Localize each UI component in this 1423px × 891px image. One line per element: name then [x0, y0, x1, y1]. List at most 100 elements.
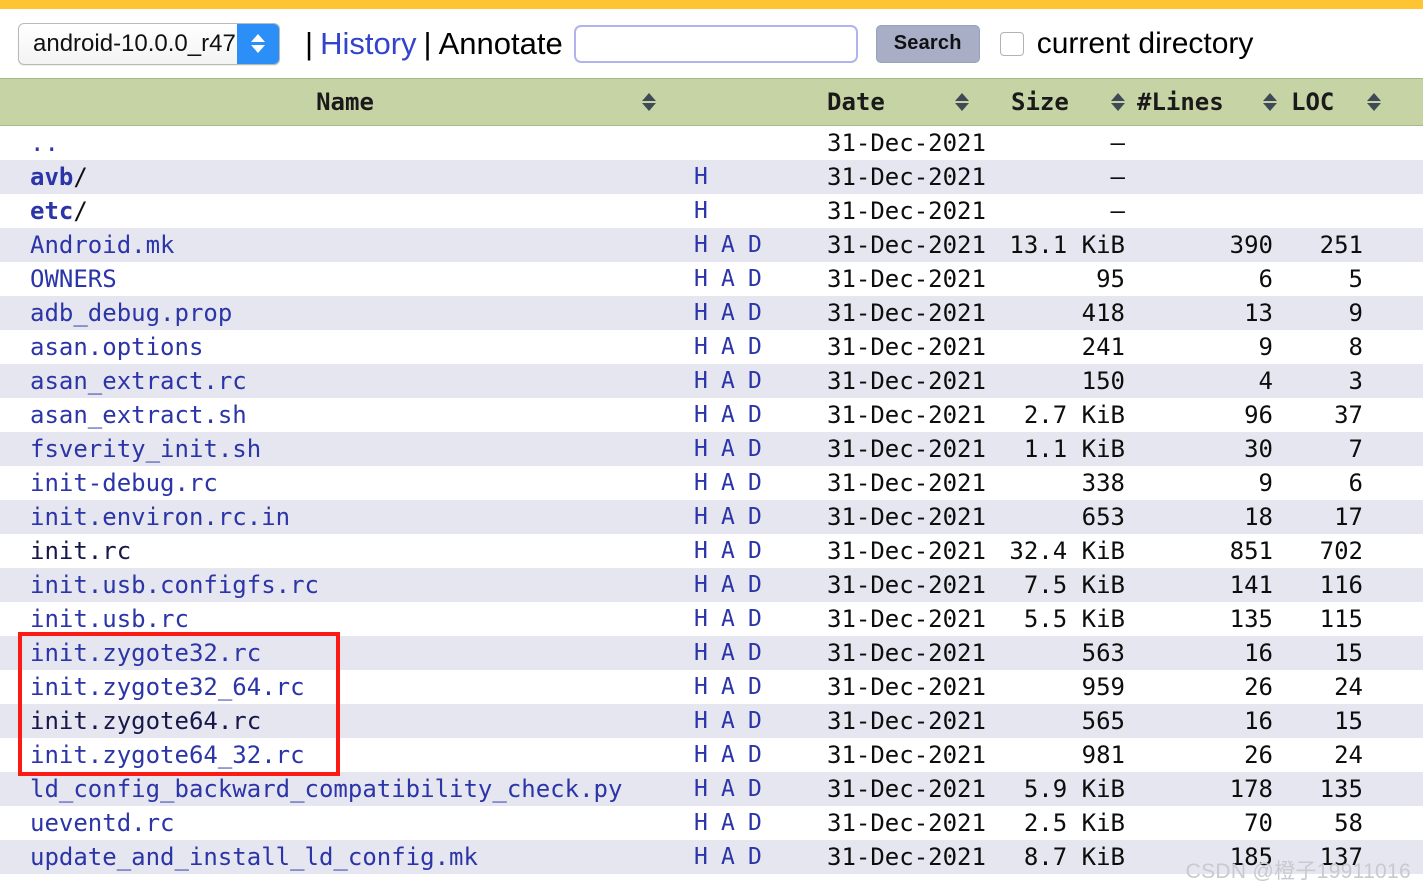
- file-link[interactable]: adb_debug.prop: [30, 299, 232, 327]
- search-input[interactable]: [573, 24, 858, 63]
- sort-icon-loc[interactable]: [1367, 93, 1381, 111]
- history-link[interactable]: H: [694, 232, 721, 258]
- history-link[interactable]: H: [694, 776, 721, 802]
- history-link[interactable]: History: [320, 26, 416, 62]
- file-link[interactable]: init-debug.rc: [30, 469, 218, 497]
- download-link[interactable]: D: [748, 776, 775, 802]
- search-button[interactable]: Search: [875, 24, 980, 63]
- current-directory-checkbox[interactable]: [999, 31, 1024, 56]
- history-link[interactable]: H: [694, 606, 721, 632]
- file-link[interactable]: init.zygote64.rc: [30, 707, 261, 735]
- download-link[interactable]: D: [748, 368, 775, 394]
- history-link[interactable]: H: [694, 164, 722, 190]
- annotate-link[interactable]: A: [721, 674, 748, 700]
- download-link[interactable]: D: [748, 402, 775, 428]
- history-link[interactable]: H: [694, 708, 721, 734]
- annotate-link[interactable]: A: [721, 640, 748, 666]
- download-link[interactable]: D: [748, 572, 775, 598]
- file-link[interactable]: init.zygote64_32.rc: [30, 741, 305, 769]
- column-header-lines[interactable]: #Lines: [1127, 88, 1277, 116]
- file-link[interactable]: init.usb.configfs.rc: [30, 571, 319, 599]
- sort-icon-lines[interactable]: [1263, 93, 1277, 111]
- download-link[interactable]: D: [748, 640, 775, 666]
- file-link[interactable]: avb: [30, 163, 73, 191]
- annotate-link[interactable]: A: [721, 606, 748, 632]
- history-link[interactable]: H: [694, 368, 721, 394]
- column-header-date[interactable]: Date: [775, 88, 990, 116]
- file-link[interactable]: asan.options: [30, 333, 203, 361]
- history-link[interactable]: H: [694, 470, 721, 496]
- file-link[interactable]: asan_extract.rc: [30, 367, 247, 395]
- file-link[interactable]: init.zygote32_64.rc: [30, 673, 305, 701]
- history-link[interactable]: H: [694, 674, 721, 700]
- project-select[interactable]: android-10.0.0_r47: [18, 22, 280, 65]
- history-link[interactable]: H: [694, 572, 721, 598]
- download-link[interactable]: D: [748, 334, 775, 360]
- download-link[interactable]: D: [748, 742, 775, 768]
- annotate-link[interactable]: A: [721, 300, 748, 326]
- column-header-loc[interactable]: LOC: [1277, 88, 1395, 116]
- download-link[interactable]: D: [748, 538, 775, 564]
- download-link[interactable]: D: [748, 300, 775, 326]
- history-link[interactable]: H: [694, 198, 722, 224]
- annotate-link[interactable]: A: [721, 470, 748, 496]
- annotate-link[interactable]: A: [721, 538, 748, 564]
- cell-name: adb_debug.prop: [0, 299, 690, 327]
- annotate-link[interactable]: A: [721, 266, 748, 292]
- sort-icon-size[interactable]: [1111, 93, 1125, 111]
- history-link[interactable]: H: [694, 640, 721, 666]
- download-link[interactable]: D: [748, 606, 775, 632]
- file-link[interactable]: update_and_install_ld_config.mk: [30, 843, 478, 871]
- history-link[interactable]: H: [694, 334, 721, 360]
- history-link[interactable]: H: [694, 810, 721, 836]
- history-link[interactable]: H: [694, 266, 721, 292]
- annotate-link[interactable]: A: [721, 708, 748, 734]
- history-link[interactable]: H: [694, 402, 721, 428]
- annotate-link[interactable]: A: [721, 436, 748, 462]
- column-header-name[interactable]: Name: [0, 88, 690, 116]
- history-link[interactable]: H: [694, 300, 721, 326]
- annotate-link[interactable]: A: [721, 334, 748, 360]
- history-link[interactable]: H: [694, 538, 721, 564]
- download-link[interactable]: D: [748, 266, 775, 292]
- file-link[interactable]: fsverity_init.sh: [30, 435, 261, 463]
- file-link[interactable]: init.rc: [30, 537, 131, 565]
- column-header-size[interactable]: Size: [990, 88, 1127, 116]
- download-link[interactable]: D: [748, 844, 775, 870]
- sort-icon-date[interactable]: [955, 93, 969, 111]
- cell-loc: 15: [1334, 639, 1363, 667]
- file-link[interactable]: OWNERS: [30, 265, 117, 293]
- file-link[interactable]: init.environ.rc.in: [30, 503, 290, 531]
- chevron-updown-icon[interactable]: [237, 23, 279, 64]
- file-link[interactable]: init.zygote32.rc: [30, 639, 261, 667]
- annotate-link[interactable]: A: [721, 776, 748, 802]
- history-link[interactable]: H: [694, 436, 721, 462]
- file-link[interactable]: ld_config_backward_compatibility_check.p…: [30, 775, 622, 803]
- file-link[interactable]: ..: [30, 129, 59, 157]
- download-link[interactable]: D: [748, 674, 775, 700]
- download-link[interactable]: D: [748, 232, 775, 258]
- history-link[interactable]: H: [694, 504, 721, 530]
- file-link[interactable]: etc: [30, 197, 73, 225]
- annotate-link[interactable]: A: [721, 232, 748, 258]
- file-link[interactable]: Android.mk: [30, 231, 175, 259]
- annotate-link[interactable]: A: [721, 368, 748, 394]
- annotate-link[interactable]: A: [721, 742, 748, 768]
- file-link[interactable]: init.usb.rc: [30, 605, 189, 633]
- file-link[interactable]: asan_extract.sh: [30, 401, 247, 429]
- annotate-link[interactable]: Annotate: [439, 26, 563, 62]
- download-link[interactable]: D: [748, 436, 775, 462]
- download-link[interactable]: D: [748, 504, 775, 530]
- download-link[interactable]: D: [748, 470, 775, 496]
- history-link[interactable]: H: [694, 742, 721, 768]
- annotate-link[interactable]: A: [721, 810, 748, 836]
- annotate-link[interactable]: A: [721, 402, 748, 428]
- annotate-link[interactable]: A: [721, 844, 748, 870]
- file-link[interactable]: ueventd.rc: [30, 809, 175, 837]
- sort-icon-name[interactable]: [642, 93, 656, 111]
- download-link[interactable]: D: [748, 708, 775, 734]
- history-link[interactable]: H: [694, 844, 721, 870]
- annotate-link[interactable]: A: [721, 504, 748, 530]
- annotate-link[interactable]: A: [721, 572, 748, 598]
- download-link[interactable]: D: [748, 810, 775, 836]
